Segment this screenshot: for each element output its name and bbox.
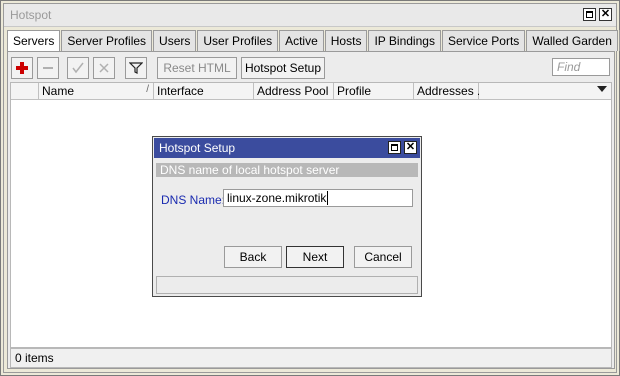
hotspot-setup-dialog: Hotspot Setup ✕ DNS name of local hotspo… <box>152 136 422 297</box>
tab-service-ports[interactable]: Service Ports <box>441 30 526 51</box>
dialog-titlebar[interactable]: Hotspot Setup ✕ <box>154 138 420 158</box>
next-button[interactable]: Next <box>286 246 344 268</box>
column-header-name[interactable]: Name / <box>39 83 154 100</box>
dns-name-label: DNS Name: <box>161 193 226 207</box>
column-header-profile[interactable]: Profile <box>334 83 414 100</box>
text-cursor <box>327 191 329 205</box>
find-input[interactable]: Find <box>552 58 610 76</box>
tab-bar: Servers Server Profiles Users User Profi… <box>7 30 620 52</box>
dialog-status-bar <box>156 276 418 294</box>
window-titlebar[interactable]: Hotspot ✕ <box>4 4 616 27</box>
close-icon[interactable]: ✕ <box>404 141 417 154</box>
tab-user-profiles[interactable]: User Profiles <box>197 30 279 51</box>
disable-button[interactable] <box>93 57 115 79</box>
x-icon <box>99 63 109 73</box>
minus-icon <box>43 67 53 69</box>
toolbar: Reset HTML Hotspot Setup Find <box>8 54 614 82</box>
column-header-addresses[interactable]: Addresses ... <box>414 83 487 100</box>
plus-icon <box>16 62 28 74</box>
hotspot-window: Hotspot ✕ Servers Server Profiles Users … <box>0 0 620 376</box>
status-bar: 0 items <box>10 348 612 368</box>
tab-walled-garden[interactable]: Walled Garden <box>526 30 618 51</box>
item-count: 0 items <box>15 351 54 365</box>
column-header-interface[interactable]: Interface <box>154 83 254 100</box>
hotspot-setup-button[interactable]: Hotspot Setup <box>241 57 325 79</box>
column-header-filler <box>479 83 611 100</box>
check-icon <box>72 62 84 74</box>
tab-users[interactable]: Users <box>153 30 197 51</box>
column-header-blank[interactable] <box>11 83 39 100</box>
window-title: Hotspot <box>10 8 52 22</box>
tab-ip-bindings[interactable]: IP Bindings <box>368 30 441 51</box>
tab-server-profiles[interactable]: Server Profiles <box>61 30 153 51</box>
remove-button[interactable] <box>37 57 59 79</box>
tab-servers[interactable]: Servers <box>7 30 61 52</box>
reset-html-button[interactable]: Reset HTML <box>157 57 237 79</box>
dns-name-value: linux-zone.mikrotik <box>227 191 327 205</box>
cancel-button[interactable]: Cancel <box>354 246 412 268</box>
tab-hosts[interactable]: Hosts <box>324 30 368 51</box>
enable-button[interactable] <box>67 57 89 79</box>
filter-icon <box>129 62 143 74</box>
maximize-icon[interactable] <box>388 141 401 154</box>
sort-indicator-icon: / <box>146 84 149 95</box>
dialog-step-description: DNS name of local hotspot server <box>156 163 418 177</box>
maximize-icon[interactable] <box>583 8 596 21</box>
close-icon[interactable]: ✕ <box>599 8 612 21</box>
add-button[interactable] <box>11 57 33 79</box>
column-header-label: Name <box>42 84 75 98</box>
tab-active[interactable]: Active <box>279 30 324 51</box>
back-button[interactable]: Back <box>224 246 282 268</box>
dns-name-field[interactable]: linux-zone.mikrotik <box>223 189 413 207</box>
chevron-down-icon[interactable] <box>597 86 607 92</box>
dialog-title: Hotspot Setup <box>159 141 236 155</box>
filter-button[interactable] <box>125 57 147 79</box>
column-header-address-pool[interactable]: Address Pool <box>254 83 334 100</box>
